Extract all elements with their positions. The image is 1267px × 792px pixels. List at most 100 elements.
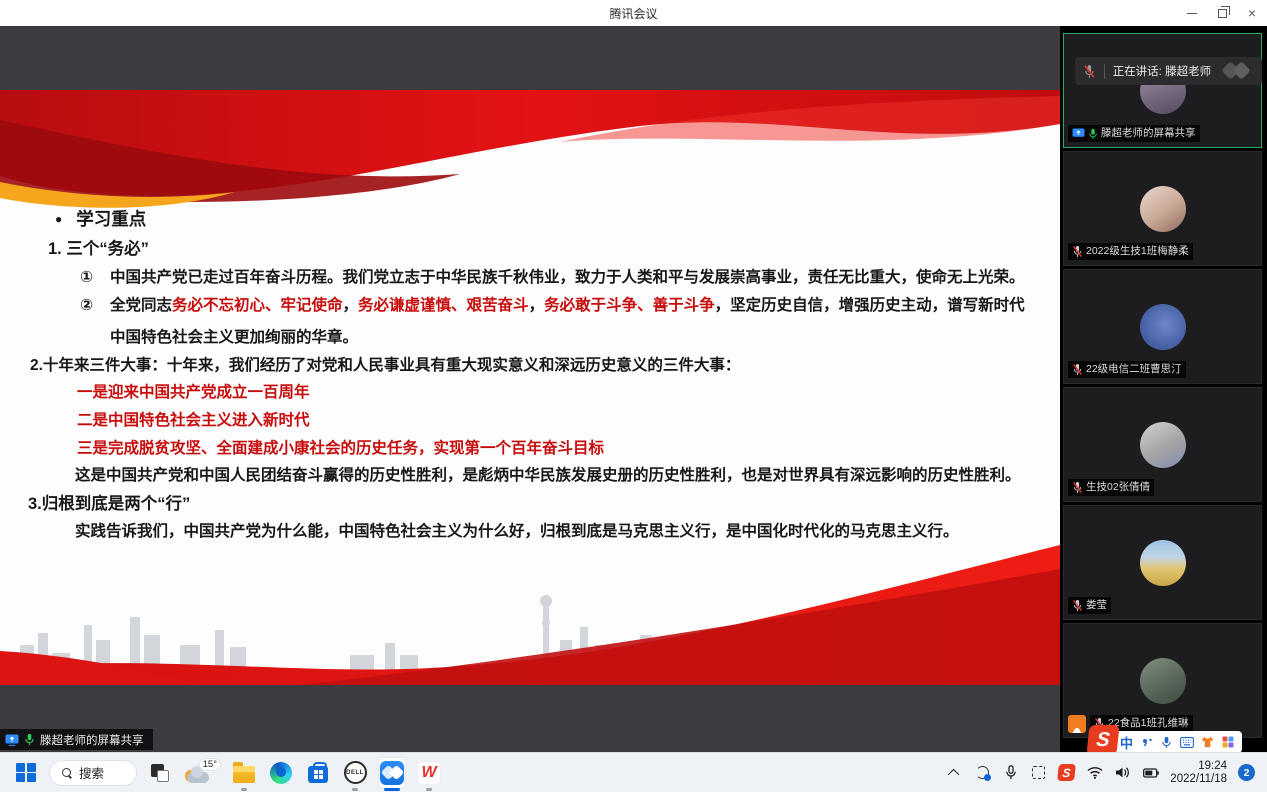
minimize-button[interactable] — [1177, 0, 1207, 26]
window-titlebar: 腾讯会议 × — [0, 0, 1267, 26]
dell-app-button[interactable]: DELL — [341, 757, 369, 789]
avatar — [1140, 658, 1186, 704]
battery-icon — [1143, 768, 1159, 778]
close-button[interactable]: × — [1237, 0, 1267, 26]
participant-label: 滕超老师的屏幕共享 — [1068, 125, 1200, 142]
notification-badge[interactable]: 2 — [1238, 764, 1255, 781]
snip-icon — [1032, 766, 1045, 779]
screen-share-icon — [1072, 128, 1085, 139]
participant-tile[interactable]: 22级电信二班曹思汀 — [1063, 269, 1262, 384]
weather-widget[interactable]: 15° — [183, 757, 221, 789]
meeting-main: ●学习重点 1. 三个“务必” ①中国共产党已走过百年奋斗历程。我们党立志于中华… — [0, 26, 1267, 752]
screen-share-icon — [5, 734, 19, 746]
slide-item2-line2: 中国特色社会主义更加绚丽的华章。 — [110, 328, 358, 348]
edge-icon — [270, 762, 292, 784]
slide-point2-summary: 这是中国共产党和中国人民团结奋斗赢得的历史性胜利，是彪炳中华民族发展史册的历史性… — [75, 466, 1021, 486]
slide-point3-title: 3.归根到底是两个“行” — [28, 494, 190, 514]
sogou-icon: S — [1057, 764, 1076, 781]
edge-button[interactable] — [267, 757, 295, 789]
participant-tile[interactable]: 生技02张倩倩 — [1063, 387, 1262, 502]
tencent-meeting-button[interactable] — [378, 757, 406, 789]
participant-tile[interactable]: 娄莹 — [1063, 505, 1262, 620]
sync-icon — [976, 766, 989, 779]
mic-muted-icon — [1072, 245, 1083, 258]
chinese-mode-icon[interactable]: 中 — [1120, 735, 1133, 750]
screen: 腾讯会议 × — [0, 0, 1267, 792]
participant-label: 22级电信二班曹思汀 — [1068, 361, 1186, 378]
slide-item2-line1: ②全党同志务必不忘初心、牢记使命，务必谦虚谨慎、艰苦奋斗，务必敢于斗争、善于斗争… — [80, 296, 1025, 316]
banner-divider — [1104, 64, 1105, 79]
slide-point2-red-3: 三是完成脱贫攻坚、全面建成小康社会的历史任务，实现第一个百年奋斗目标 — [77, 439, 604, 459]
volume-button[interactable] — [1114, 764, 1131, 781]
tray-time: 19:24 — [1170, 760, 1227, 773]
punctuation-icon[interactable] — [1140, 735, 1153, 750]
slide-point2-lead: 2.十年来三件大事：十年来，我们经历了对党和人民事业具有重大现实意义和深远历史意… — [30, 356, 740, 376]
tencent-meeting-icon — [380, 761, 404, 785]
folder-icon — [233, 766, 255, 783]
window-controls: × — [1177, 0, 1267, 26]
mic-on-icon — [1088, 128, 1098, 140]
start-button[interactable] — [12, 757, 40, 789]
sogou-tray-button[interactable]: S — [1058, 764, 1075, 781]
windows-start-icon — [16, 763, 36, 783]
file-explorer-button[interactable] — [230, 757, 258, 789]
mic-muted-icon — [1072, 481, 1083, 494]
sharing-status-label: 滕超老师的屏幕共享 — [40, 732, 144, 748]
toolbox-icon[interactable] — [1221, 735, 1234, 750]
ime-toolbar: S 中 — [1090, 731, 1242, 753]
slide-heading: ●学习重点 — [55, 209, 146, 229]
weather-icon: 15° — [183, 758, 221, 788]
battery-button[interactable] — [1142, 764, 1159, 781]
sogou-logo[interactable]: S — [1086, 725, 1119, 755]
tray-clock[interactable]: 19:24 2022/11/18 — [1170, 760, 1227, 786]
participant-label: 2022级生技1班梅静柔 — [1068, 243, 1193, 260]
chevron-up-icon — [948, 768, 959, 779]
skin-icon[interactable] — [1201, 735, 1214, 750]
presentation-slide: ●学习重点 1. 三个“务必” ①中国共产党已走过百年奋斗历程。我们党立志于中华… — [0, 90, 1060, 685]
mic-icon[interactable] — [1160, 735, 1173, 750]
mic-tray-button[interactable] — [1002, 764, 1019, 781]
restore-icon — [1218, 9, 1227, 18]
slide-point1-title: 1. 三个“务必” — [48, 239, 149, 259]
meeting-logo-icon — [1220, 61, 1254, 81]
participant-label: 生技02张倩倩 — [1068, 479, 1154, 496]
wps-icon: W — [417, 761, 441, 785]
participant-tile[interactable]: 2022级生技1班梅静柔 — [1063, 151, 1262, 266]
restore-button[interactable] — [1207, 0, 1237, 26]
keyboard-icon[interactable] — [1180, 735, 1194, 750]
speaking-banner: 正在讲话: 滕超老师; — [1075, 57, 1262, 85]
close-icon: × — [1248, 6, 1256, 20]
slide-point3-text: 实践告诉我们，中国共产党为什么能，中国特色社会主义为什么好，归根到底是马克思主义… — [75, 522, 959, 542]
participant-tile-host[interactable]: 22食品1班孔维琳 — [1063, 623, 1262, 738]
search-icon — [62, 768, 72, 778]
volume-icon — [1115, 766, 1130, 779]
snip-tray-button[interactable] — [1030, 764, 1047, 781]
store-button[interactable] — [304, 757, 332, 789]
taskbar-search[interactable]: 搜索 — [49, 760, 137, 786]
avatar — [1140, 186, 1186, 232]
minimize-icon — [1187, 13, 1197, 14]
task-view-button[interactable] — [146, 757, 174, 789]
participants-sidebar: 正在讲话: 滕超老师; 滕超老师的屏幕共享 2022级生技1班梅静柔 — [1060, 26, 1267, 752]
slide-point2-red-1: 一是迎来中国共产党成立一百周年 — [77, 383, 310, 403]
mic-on-icon — [24, 733, 35, 746]
search-label: 搜索 — [79, 763, 104, 782]
dell-icon: DELL — [344, 761, 367, 784]
slide-ribbon-top-decoration — [0, 90, 1060, 225]
weather-temp: 15° — [199, 758, 221, 771]
host-icon — [1068, 715, 1086, 733]
task-view-icon — [151, 764, 169, 782]
mic-muted-icon — [1083, 64, 1096, 79]
store-icon — [308, 766, 328, 783]
slide-point2-red-2: 二是中国特色社会主义进入新时代 — [77, 411, 310, 431]
wifi-button[interactable] — [1086, 764, 1103, 781]
sync-tray-button[interactable] — [974, 764, 991, 781]
wps-button[interactable]: W — [415, 757, 443, 789]
wifi-icon — [1087, 766, 1103, 779]
participant-tile-teacher-share[interactable]: 滕超老师的屏幕共享 — [1063, 33, 1262, 148]
mic-muted-icon — [1072, 599, 1083, 612]
tray-expand-button[interactable] — [946, 764, 963, 781]
mic-icon — [1005, 765, 1017, 780]
avatar — [1140, 304, 1186, 350]
avatar — [1140, 422, 1186, 468]
